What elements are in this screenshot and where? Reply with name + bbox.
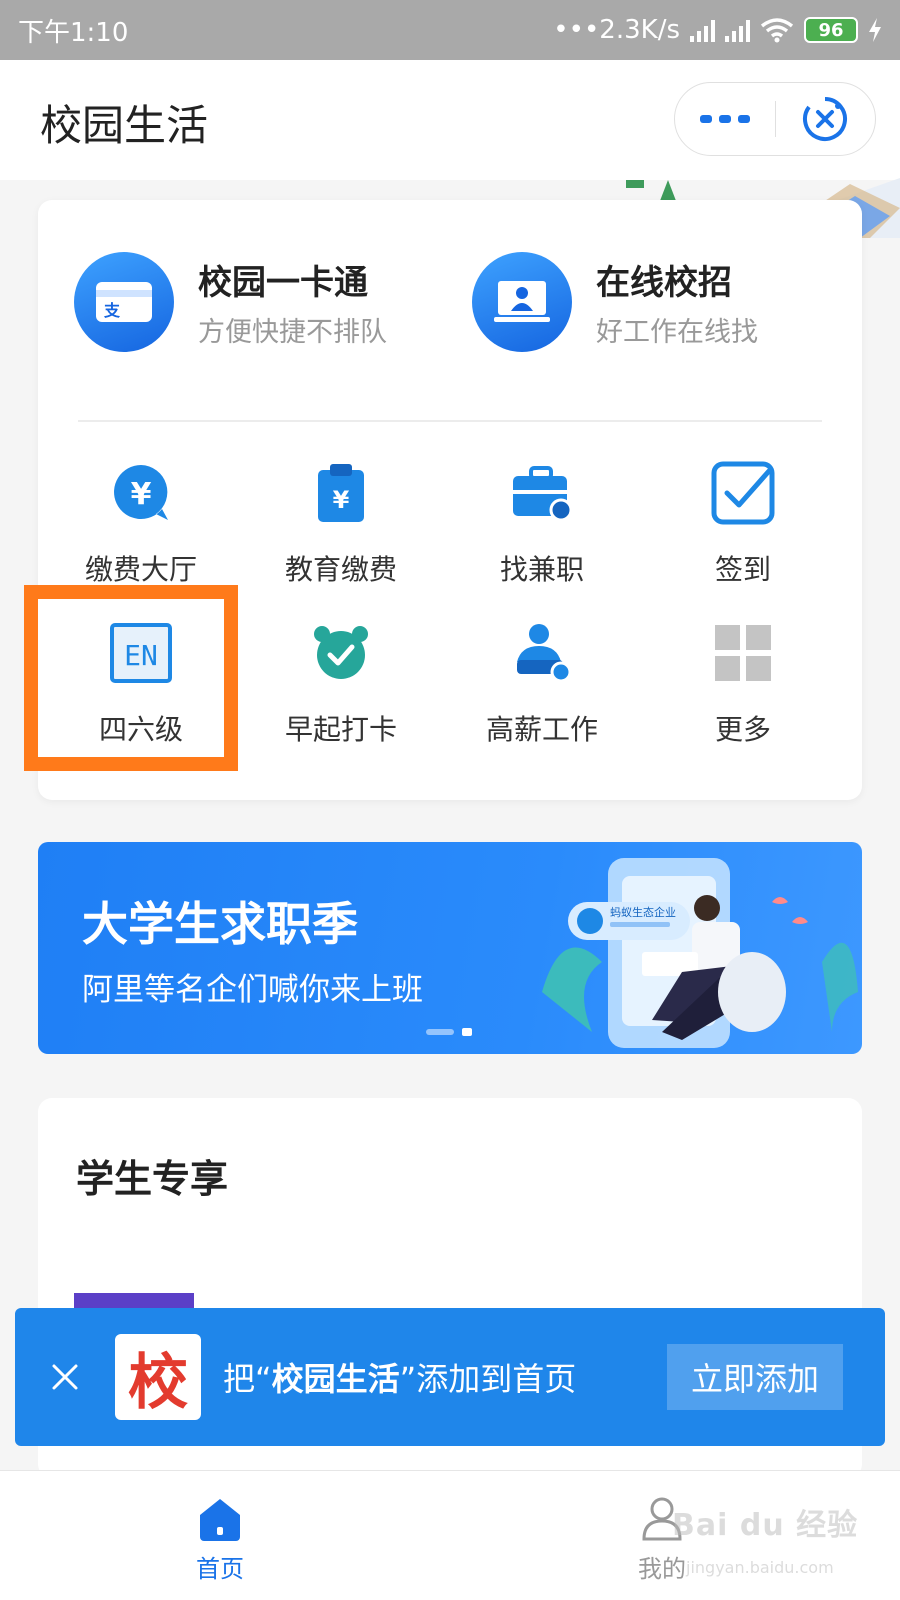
popup-text: 把“校园生活”添加到首页: [223, 1354, 667, 1400]
popup-close-button[interactable]: [15, 1308, 115, 1446]
add-to-home-popup: 校 把“校园生活”添加到首页 立即添加: [15, 1308, 885, 1446]
tab-label: 首页: [196, 1555, 244, 1583]
watermark-main: Bai du 经验: [672, 1508, 859, 1543]
grid-label: 高薪工作: [485, 713, 598, 746]
feature-subtitle: 方便快捷不排队: [198, 317, 387, 348]
feature-title: 校园一卡通: [198, 263, 368, 303]
clipboard-yuan-icon: ¥: [306, 458, 376, 528]
feature-online-recruit[interactable]: 在线校招 好工作在线找: [472, 252, 758, 352]
app-logo: 校: [115, 1334, 201, 1420]
banner-subtitle: 阿里等名企们喊你来上班: [82, 972, 423, 1008]
carousel-dot-active: [462, 1028, 472, 1036]
grid-more-icon: [708, 618, 778, 688]
section-title: 学生专享: [76, 1157, 229, 1201]
popup-text-suffix: ”添加到首页: [399, 1360, 577, 1398]
checkbox-icon: [708, 458, 778, 528]
highlight-box: [24, 585, 238, 771]
grid-label: 教育缴费: [284, 553, 397, 586]
miniprogram-capsule: [674, 82, 876, 156]
screen: 下午1:10 •••2.3K/s 96 校园生活 支 校园一卡通 方便快捷不排队…: [0, 0, 900, 1600]
divider: [78, 420, 822, 422]
more-dots-icon: [699, 115, 712, 123]
status-bar: 下午1:10 •••2.3K/s 96: [0, 0, 900, 60]
grid-item-early-checkin[interactable]: 早起打卡: [238, 618, 444, 778]
yuan-bubble-icon: ¥: [106, 458, 176, 528]
feature-campus-card[interactable]: 支 校园一卡通 方便快捷不排队: [74, 252, 387, 352]
carousel-dots: [426, 1028, 472, 1036]
feature-subtitle: 好工作在线找: [596, 317, 758, 348]
signal-icon: [725, 18, 750, 42]
illustration-label: 蚂蚁生态企业: [610, 905, 676, 919]
watermark-sub: jingyan.baidu.com: [686, 1558, 834, 1577]
grid-item-part-time-job[interactable]: 找兼职: [439, 458, 645, 618]
promo-banner[interactable]: 大学生求职季 阿里等名企们喊你来上班 蚂蚁生态企业: [38, 842, 862, 1054]
status-right: •••2.3K/s 96: [553, 15, 882, 45]
network-speed: •••2.3K/s: [553, 15, 680, 45]
carousel-dot: [426, 1029, 454, 1035]
grid-item-more[interactable]: 更多: [640, 618, 846, 778]
close-miniprogram-icon: [803, 97, 848, 141]
banner-title: 大学生求职季: [82, 897, 358, 951]
close-button[interactable]: [776, 83, 876, 155]
popup-app-name: 校园生活: [271, 1360, 400, 1398]
grid-item-check-in[interactable]: 签到: [640, 458, 846, 618]
alarm-clock-icon: [306, 618, 376, 688]
card-icon: 支: [74, 252, 174, 352]
tab-home[interactable]: 首页: [150, 1495, 290, 1584]
worker-icon: [507, 618, 577, 688]
close-icon: [52, 1364, 78, 1390]
add-now-button[interactable]: 立即添加: [667, 1344, 843, 1410]
grid-item-high-salary-job[interactable]: 高薪工作: [439, 618, 645, 778]
charging-icon: [869, 18, 881, 42]
header: 校园生活: [0, 60, 900, 180]
grid-label: 早起打卡: [284, 713, 397, 746]
wifi-icon: [760, 18, 794, 43]
recruit-icon: [472, 252, 572, 352]
svg-text:¥: ¥: [333, 486, 350, 514]
briefcase-icon: [507, 458, 577, 528]
popup-text-prefix: 把“: [223, 1360, 272, 1398]
signal-icon: [690, 18, 715, 42]
svg-text:¥: ¥: [131, 477, 152, 512]
grid-label: 签到: [714, 553, 771, 586]
more-button[interactable]: [675, 83, 775, 155]
battery-icon: 96: [804, 17, 858, 43]
grid-item-education-payment[interactable]: ¥ 教育缴费: [238, 458, 444, 618]
grid-label: 找兼职: [499, 553, 584, 586]
svg-text:支: 支: [103, 301, 121, 320]
grid-label: 更多: [714, 713, 771, 746]
job-seeker-illustration: 蚂蚁生态企业: [542, 858, 858, 1048]
feature-title: 在线校招: [596, 263, 732, 303]
watermark: Bai du 经验 jingyan.baidu.com: [666, 1500, 886, 1596]
status-time: 下午1:10: [18, 17, 129, 48]
page-title: 校园生活: [40, 101, 209, 150]
grid-label: 缴费大厅: [84, 553, 197, 586]
home-icon: [200, 1499, 240, 1541]
